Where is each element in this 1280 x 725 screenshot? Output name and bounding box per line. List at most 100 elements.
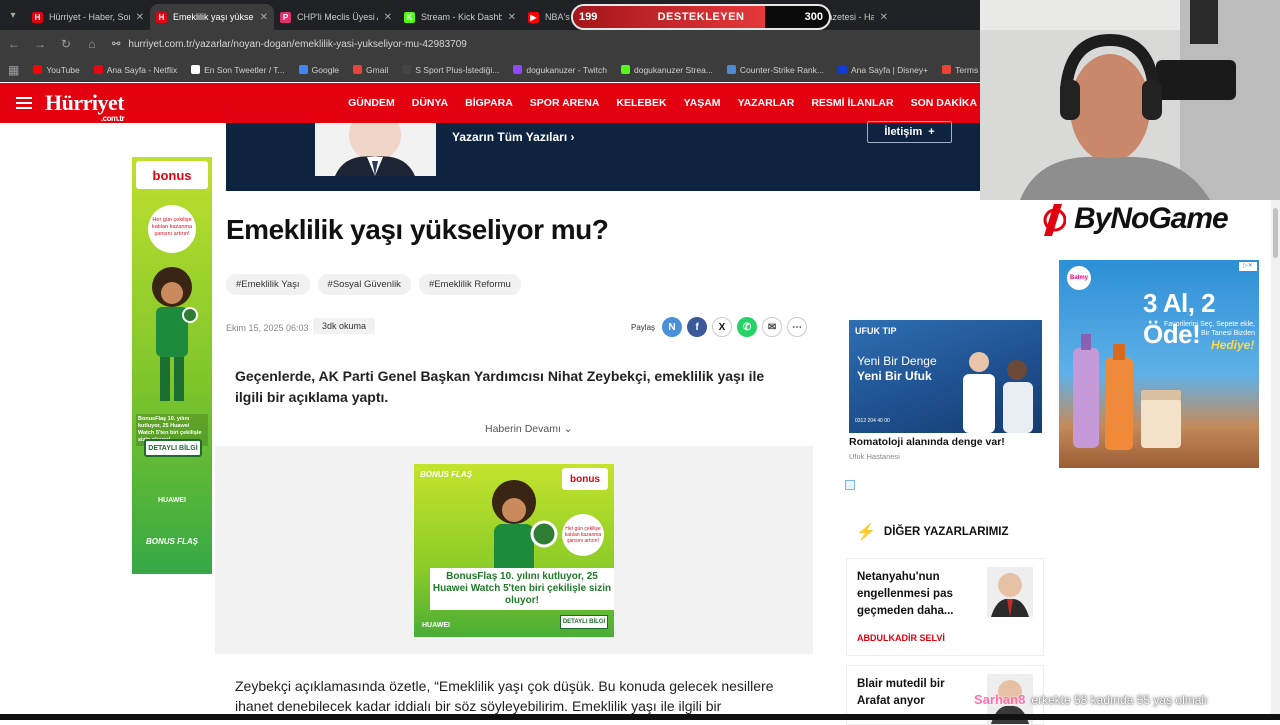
close-tab-icon[interactable]: ✕	[260, 12, 268, 23]
adchoices-icon[interactable]	[845, 480, 855, 490]
hospital-ad-caption[interactable]: Romatoloji alanında denge var!	[849, 436, 1005, 448]
scrollbar-thumb[interactable]	[1273, 208, 1278, 258]
apps-icon[interactable]: ▦	[8, 63, 19, 77]
bonus-flas-logo: BONUS FLAŞ	[420, 470, 472, 479]
bookmark-label[interactable]: Ana Sayfa - Netflix	[107, 65, 177, 75]
bookmark-favicon-icon	[298, 65, 308, 74]
share-label: Paylaş	[631, 322, 656, 332]
bookmark-item[interactable]: YouTube	[33, 65, 80, 75]
tab-favicon-icon: ▶	[528, 11, 539, 23]
bookmark-item[interactable]: Gmail	[353, 65, 388, 75]
balmy-logo: Balmy	[1067, 266, 1091, 290]
bookmark-label[interactable]: En Son Tweetler / T...	[204, 65, 284, 75]
tag-chip[interactable]: #Emeklilik Reformu	[418, 274, 521, 295]
article-date: Ekim 15, 2025 06:03	[226, 323, 309, 333]
site-info-icon[interactable]: ⚯	[112, 39, 120, 50]
left-skyscraper-ad[interactable]: bonus Her gün çekilişe katılan kazanma ş…	[132, 157, 212, 574]
forward-icon[interactable]: →	[34, 37, 46, 51]
browser-tab[interactable]: K Stream - Kick Dashbo ✕	[398, 4, 522, 30]
nav-item[interactable]: BİGPARA	[465, 97, 513, 109]
tab-title[interactable]: Stream - Kick Dashbo	[421, 12, 502, 22]
facebook-icon[interactable]: f	[687, 317, 708, 337]
inline-ad[interactable]: BONUS FLAŞ bonus Her gün çekilişe katıla…	[414, 464, 614, 637]
tag-chip[interactable]: #Sosyal Güvenlik	[317, 274, 411, 295]
x-icon[interactable]: X	[712, 317, 733, 337]
more-icon[interactable]: ⋯	[787, 317, 808, 337]
nav-item[interactable]: DÜNYA	[412, 97, 448, 109]
close-tab-icon[interactable]: ✕	[384, 12, 392, 23]
nav-item[interactable]: YAŞAM	[684, 97, 721, 109]
bookmark-item[interactable]: En Son Tweetler / T...	[191, 65, 285, 75]
nav-item[interactable]: YAZARLAR	[738, 97, 795, 109]
sponsor-logo: ByNoGame	[1040, 199, 1230, 239]
tab-search-icon[interactable]: ▾	[0, 10, 26, 21]
bookmark-item[interactable]: dogukanuzer - Twitch	[513, 65, 607, 75]
site-logo[interactable]: Hürriyet .com.tr	[45, 90, 125, 123]
bookmark-label[interactable]: S Sport Plus-İstediği...	[415, 65, 499, 75]
menu-icon[interactable]	[16, 94, 32, 112]
ad-details-button[interactable]: DETAYLI BİLGİ	[560, 615, 608, 629]
author-card-title[interactable]: Blair mutedil bir Arafat anyor	[857, 676, 975, 710]
tab-title[interactable]: CHP'li Meclis Üyesi A	[297, 12, 378, 22]
tab-title[interactable]: Emeklilik yaşı yükseliy	[173, 12, 254, 22]
support-right-count: 300	[804, 11, 823, 23]
nav-item[interactable]: SON DAKİKA	[911, 97, 978, 109]
mail-icon[interactable]: ✉	[762, 317, 783, 337]
newsletter-share-icon[interactable]: N	[662, 317, 683, 337]
continue-reading-link[interactable]: Haberin Devamı ⌄	[485, 423, 573, 435]
support-label: DESTEKLEYEN	[657, 11, 745, 23]
hospital-phone: 0312 204 40 00	[855, 418, 890, 424]
ad-details-button[interactable]: DETAYLI BİLGİ	[144, 439, 202, 457]
bookmark-label[interactable]: dogukanuzer - Twitch	[526, 65, 607, 75]
tag-chip[interactable]: #Emeklilik Yaşı	[226, 274, 310, 295]
nav-item[interactable]: GÜNDEM	[348, 97, 395, 109]
bookmark-item[interactable]: Counter-Strike Rank...	[726, 65, 824, 75]
tab-title[interactable]: Hürriyet - Haber, Son	[49, 12, 130, 22]
nav-item[interactable]: KELEBEK	[616, 97, 666, 109]
cosmetics-ad[interactable]: Balmy ▷✕ 3 Al, 2 Öde! Favorilerini Seç, …	[1059, 260, 1259, 468]
ad-brand-logo: bonus	[562, 468, 608, 490]
home-icon[interactable]: ⌂	[86, 37, 98, 51]
author-card-name[interactable]: ABDULKADİR SELVİ	[857, 633, 945, 643]
contact-button[interactable]: İletişim +	[867, 121, 952, 143]
bookmark-favicon-icon	[726, 65, 736, 74]
nav-item[interactable]: RESMİ İLANLAR	[811, 97, 893, 109]
reload-icon[interactable]: ↻	[60, 37, 72, 51]
back-icon[interactable]: ←	[8, 37, 20, 51]
balmy-gift-text: Hediye!	[1211, 338, 1255, 352]
url-text[interactable]: hurriyet.com.tr/yazarlar/noyan-dogan/eme…	[128, 39, 466, 50]
article-body: Zeybekçi açıklamasında özetle, “Emeklili…	[235, 678, 774, 714]
hospital-ad[interactable]: UFUK TIP Yeni Bir Denge Yeni Bir Ufuk 03…	[849, 320, 1042, 433]
bookmark-item[interactable]: Google	[298, 65, 339, 75]
browser-tab[interactable]: H Hürriyet - Haber, Son ✕	[26, 4, 150, 30]
bookmark-item[interactable]: Ana Sayfa - Netflix	[93, 65, 177, 75]
lightning-icon: ⚡	[856, 524, 876, 541]
page-scrollbar[interactable]	[1271, 200, 1280, 720]
bookmark-item[interactable]: S Sport Plus-İstediği...	[402, 65, 499, 75]
close-tab-icon[interactable]: ✕	[136, 12, 144, 23]
bookmark-item[interactable]: dogukanuzer Strea...	[620, 65, 713, 75]
nav-item[interactable]: SPOR ARENA	[530, 97, 600, 109]
author-card[interactable]: Netanyahu'nun engellenmesi pas geçmeden …	[846, 558, 1044, 656]
ad-close-icon[interactable]: ▷✕	[1239, 262, 1257, 271]
bookmark-label[interactable]: YouTube	[46, 65, 79, 75]
author-all-posts-link[interactable]: Yazarın Tüm Yazıları ›	[452, 130, 575, 144]
close-tab-icon[interactable]: ✕	[880, 12, 888, 23]
close-tab-icon[interactable]: ✕	[508, 12, 516, 23]
inline-ad-container: BONUS FLAŞ bonus Her gün çekilişe katıla…	[215, 446, 813, 654]
bookmark-favicon-icon	[93, 65, 103, 74]
url-field[interactable]: ⚯ hurriyet.com.tr/yazarlar/noyan-dogan/e…	[112, 39, 467, 50]
bookmark-label[interactable]: Google	[312, 65, 339, 75]
bookmark-item[interactable]: Ana Sayfa | Disney+	[838, 65, 928, 75]
bookmark-favicon-icon	[513, 65, 523, 74]
bookmark-label[interactable]: Gmail	[366, 65, 388, 75]
whatsapp-icon[interactable]: ✆	[737, 317, 758, 337]
browser-tab[interactable]: P CHP'li Meclis Üyesi A ✕	[274, 4, 398, 30]
author-card-title[interactable]: Netanyahu'nun engellenmesi pas geçmeden …	[857, 569, 975, 620]
bookmark-label[interactable]: Ana Sayfa | Disney+	[851, 65, 928, 75]
browser-tab[interactable]: H Emeklilik yaşı yükseliy ✕	[150, 4, 274, 30]
ad-person-illustration	[152, 267, 198, 401]
bookmark-label[interactable]: dogukanuzer Strea...	[634, 65, 713, 75]
bonus-flas-logo: BONUS FLAŞ	[146, 537, 198, 546]
bookmark-label[interactable]: Counter-Strike Rank...	[740, 65, 824, 75]
